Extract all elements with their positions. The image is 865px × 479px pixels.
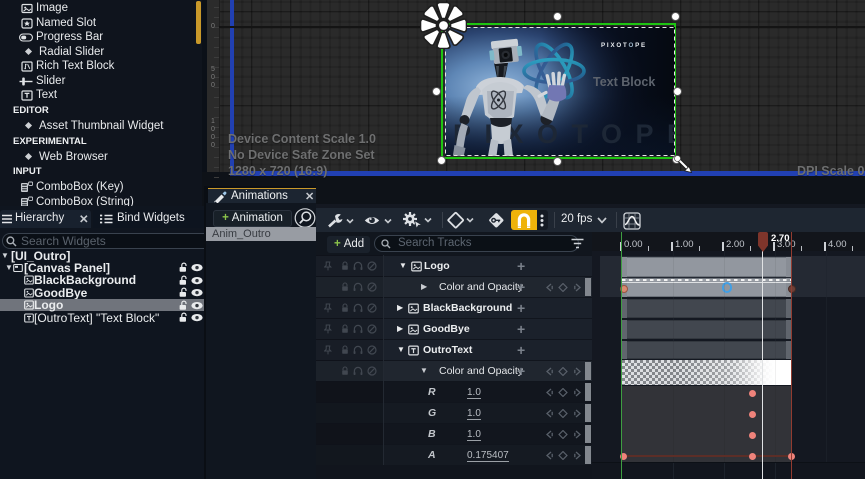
svg-text:PIXOTOPE: PIXOTOPE (453, 119, 675, 149)
svg-text:Text Block: Text Block (593, 75, 655, 89)
svg-text:PIXOTOPE: PIXOTOPE (601, 42, 647, 49)
